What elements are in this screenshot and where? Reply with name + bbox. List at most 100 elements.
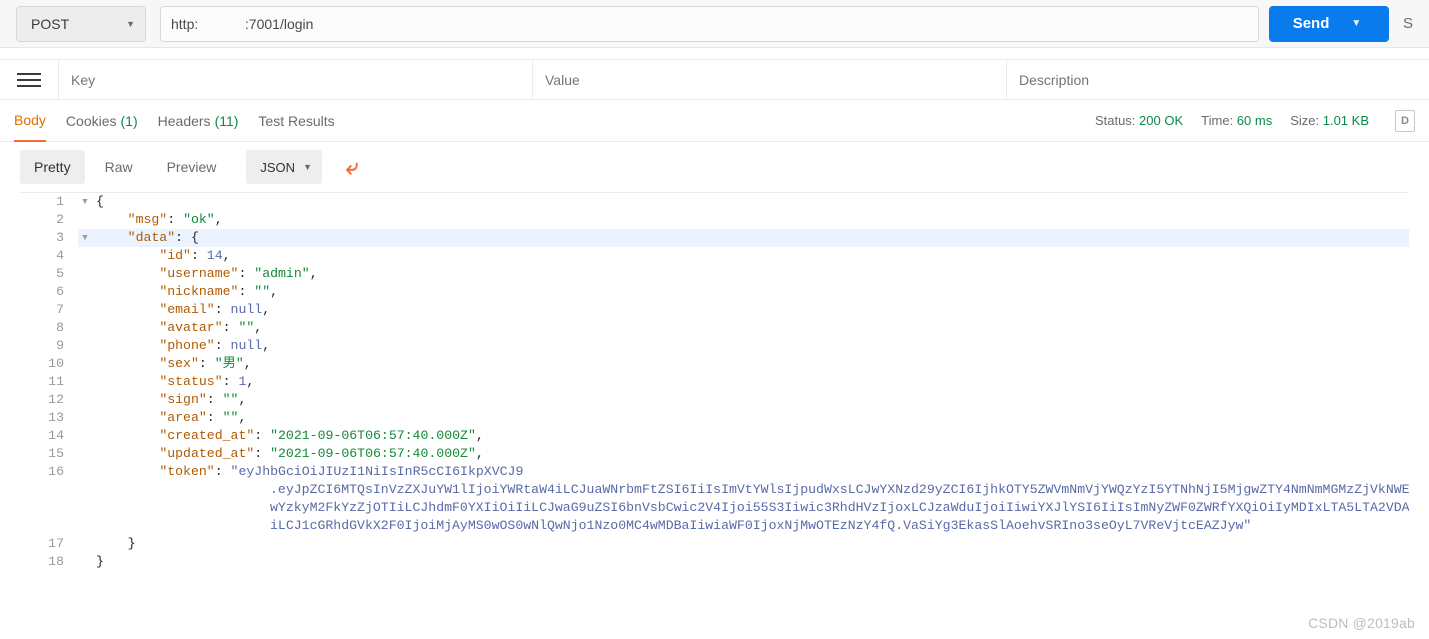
tab-headers-label: Headers: [158, 113, 211, 129]
line-number: 13: [20, 409, 78, 427]
params-separator: [0, 48, 1429, 60]
json-key: "email": [159, 302, 214, 317]
fold-icon[interactable]: ▾: [78, 193, 92, 211]
chevron-down-icon: ▼: [1351, 18, 1361, 29]
json-key: "nickname": [159, 284, 238, 299]
json-value: "eyJhbGciOiJIUzI1NiIsInR5cCI6IkpXVCJ9: [231, 464, 524, 479]
line-number: 17: [20, 535, 78, 553]
meta-size-label: Size:: [1290, 113, 1319, 128]
syntax-select-label: JSON: [260, 160, 295, 175]
json-value: .eyJpZCI6MTQsInVzZXJuYW1lIjoiYWRtaW4iLCJ…: [270, 482, 1409, 497]
json-key: "created_at": [159, 428, 254, 443]
code-inner[interactable]: 1▾{ 2 "msg": "ok", 3▾ "data": { 4 "id": …: [20, 193, 1409, 571]
param-value-cell: [532, 60, 1006, 99]
view-preview[interactable]: Preview: [153, 150, 231, 184]
json-value: "": [238, 320, 254, 335]
tab-test-results[interactable]: Test Results: [258, 100, 334, 141]
tab-cookies[interactable]: Cookies (1): [66, 100, 138, 141]
syntax-select[interactable]: JSON ▼: [246, 150, 322, 184]
line-number: 10: [20, 355, 78, 373]
param-key-cell: [58, 60, 532, 99]
param-desc-cell: [1006, 60, 1429, 99]
line-number: 14: [20, 427, 78, 445]
hamburger-icon: [17, 79, 41, 81]
json-key: "username": [159, 266, 238, 281]
json-value: 14: [207, 248, 223, 263]
view-pretty[interactable]: Pretty: [20, 150, 85, 184]
chevron-down-icon: ▼: [303, 162, 312, 172]
tab-tests-label: Test Results: [258, 113, 334, 129]
tab-body-label: Body: [14, 112, 46, 128]
json-key: "sign": [159, 392, 206, 407]
meta-time: Time: 60 ms: [1201, 113, 1272, 128]
line-number: 1: [20, 193, 78, 211]
param-desc-input[interactable]: [1019, 72, 1417, 88]
save-button-hint[interactable]: S: [1399, 6, 1417, 42]
line-number: 16: [20, 463, 78, 481]
json-key: "data": [128, 230, 175, 245]
json-key: "msg": [128, 212, 168, 227]
json-value: iLCJ1cGRhdGVkX2F0IjoiMjAyMS0wOS0wNlQwNjo…: [270, 518, 1251, 533]
line-number: 2: [20, 211, 78, 229]
view-raw[interactable]: Raw: [91, 150, 147, 184]
response-tabstrip: Body Cookies (1) Headers (11) Test Resul…: [0, 100, 1429, 142]
save-response-icon[interactable]: [1395, 110, 1415, 132]
json-value: "admin": [254, 266, 309, 281]
send-button[interactable]: Send ▼: [1269, 6, 1389, 42]
tab-cookies-label: Cookies: [66, 113, 117, 129]
url-wrapper: [160, 6, 1259, 42]
tab-cookies-count: (1): [121, 113, 138, 129]
meta-time-label: Time:: [1201, 113, 1233, 128]
json-key: "token": [159, 464, 214, 479]
request-bar: POST ▼ Send ▼ S: [0, 0, 1429, 48]
line-number: 12: [20, 391, 78, 409]
line-number: 8: [20, 319, 78, 337]
url-input[interactable]: [160, 6, 1259, 42]
meta-time-value: 60 ms: [1237, 113, 1272, 128]
meta-status-value: 200 OK: [1139, 113, 1183, 128]
params-drag-handle[interactable]: [0, 60, 58, 99]
response-body: 1▾{ 2 "msg": "ok", 3▾ "data": { 4 "id": …: [20, 192, 1409, 612]
line-number: 15: [20, 445, 78, 463]
line-number: 9: [20, 337, 78, 355]
line-number: 11: [20, 373, 78, 391]
line-number: 7: [20, 301, 78, 319]
response-tabs: Body Cookies (1) Headers (11) Test Resul…: [14, 100, 335, 141]
params-header-row: [0, 60, 1429, 100]
meta-size: Size: 1.01 KB: [1290, 113, 1369, 128]
http-method-select[interactable]: POST ▼: [16, 6, 146, 42]
json-value: "2021-09-06T06:57:40.000Z": [270, 428, 476, 443]
wrap-lines-icon[interactable]: ⤶: [346, 156, 358, 178]
json-key: "area": [159, 410, 206, 425]
chevron-down-icon: ▼: [126, 19, 135, 29]
json-value: wYzkyM2FkYzZjOTIiLCJhdmF0YXIiOiIiLCJwaG9…: [270, 500, 1409, 515]
json-key: "phone": [159, 338, 214, 353]
line-number: 18: [20, 553, 78, 571]
line-number: 3: [20, 229, 78, 247]
json-value: "ok": [183, 212, 215, 227]
line-number: 5: [20, 265, 78, 283]
json-value: "": [254, 284, 270, 299]
http-method-label: POST: [31, 16, 69, 32]
json-key: "sex": [159, 356, 199, 371]
param-key-input[interactable]: [71, 72, 520, 88]
send-button-label: Send: [1293, 15, 1330, 32]
meta-size-value: 1.01 KB: [1323, 113, 1369, 128]
json-key: "id": [159, 248, 191, 263]
tab-headers-count: (11): [215, 113, 239, 129]
tab-headers[interactable]: Headers (11): [158, 100, 239, 141]
param-value-input[interactable]: [545, 72, 994, 88]
line-number: 6: [20, 283, 78, 301]
json-value: "": [223, 392, 239, 407]
json-key: "updated_at": [159, 446, 254, 461]
json-value: null: [231, 338, 263, 353]
json-value: "2021-09-06T06:57:40.000Z": [270, 446, 476, 461]
line-number: 4: [20, 247, 78, 265]
watermark: CSDN @2019ab: [1308, 615, 1415, 631]
json-value: "男": [215, 356, 244, 371]
fold-icon[interactable]: ▾: [78, 229, 92, 247]
meta-status: Status: 200 OK: [1095, 113, 1183, 128]
tab-body[interactable]: Body: [14, 101, 46, 142]
json-value: "": [223, 410, 239, 425]
json-key: "status": [159, 374, 222, 389]
